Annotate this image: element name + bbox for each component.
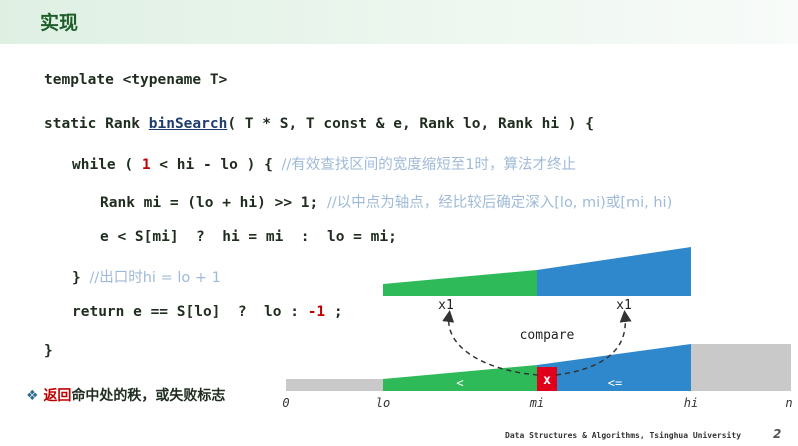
gray-right-segment: [691, 344, 791, 391]
binsearch-diagram: x < <= x1 x1 compare 0 lo mi hi n: [282, 247, 793, 410]
axis-label-mi: mi: [529, 396, 544, 410]
axis-label-n: n: [785, 396, 792, 410]
compare-label: compare: [520, 328, 575, 343]
axis-label-0: 0: [282, 396, 289, 410]
page-number: 2: [773, 427, 782, 441]
left-x1-label: x1: [438, 298, 454, 313]
axis-label-hi: hi: [684, 396, 698, 410]
top-green-wedge: [383, 270, 537, 296]
axis-label-lo: lo: [376, 396, 390, 410]
right-x1-label: x1: [616, 298, 632, 313]
gray-left-segment: [286, 379, 383, 391]
mi-x-label: x: [543, 373, 551, 388]
le-label: <=: [608, 376, 622, 390]
top-blue-wedge: [537, 247, 691, 296]
lt-label: <: [456, 376, 463, 390]
footer-text: Data Structures & Algorithms, Tsinghua U…: [505, 431, 742, 440]
